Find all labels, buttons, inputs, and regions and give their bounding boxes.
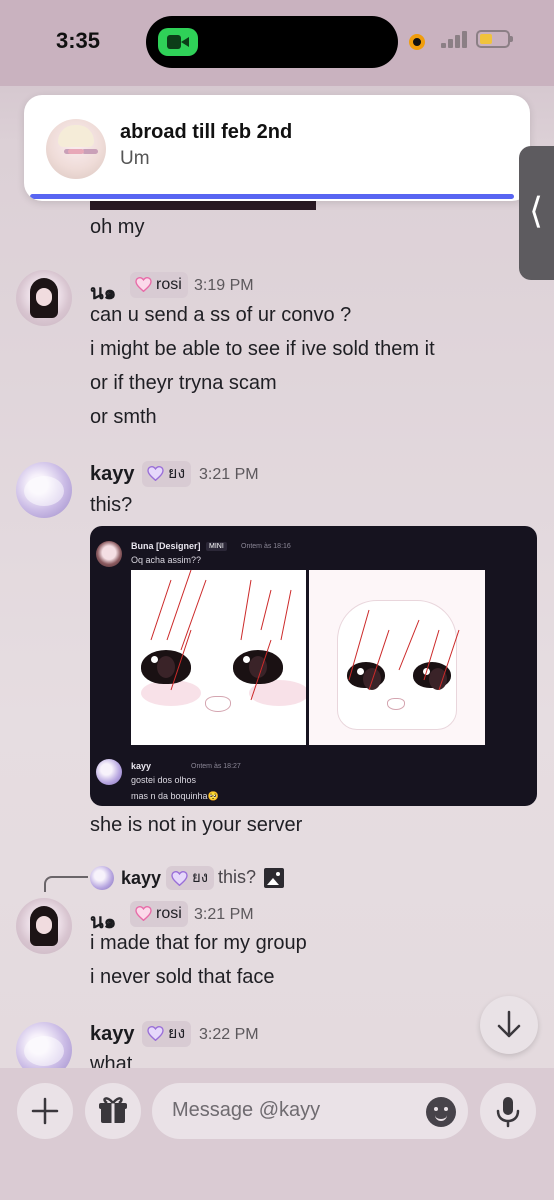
message-line: this? bbox=[90, 494, 133, 516]
voice-message-button[interactable] bbox=[480, 1083, 536, 1139]
role-tag[interactable]: ยง bbox=[142, 1021, 192, 1047]
chevron-left-icon: ⟨ bbox=[529, 190, 544, 231]
image-icon bbox=[264, 868, 284, 888]
message-line: i never sold that face bbox=[90, 966, 275, 988]
message-input-placeholder: Message @kayy bbox=[172, 1099, 321, 1121]
emoji-icon[interactable] bbox=[426, 1097, 456, 1127]
message-line: i made that for my group bbox=[90, 932, 307, 954]
message-text: she is not in your server bbox=[90, 814, 303, 836]
role-tag[interactable]: rosi bbox=[130, 272, 188, 298]
embed-reply-timestamp: Ontem às 18:27 bbox=[191, 763, 241, 770]
clock: 3:35 bbox=[56, 28, 101, 53]
previous-image-attachment[interactable] bbox=[90, 201, 316, 210]
message-line: or if theyr tryna scam bbox=[90, 372, 277, 394]
sketch-lines bbox=[150, 570, 292, 701]
side-panel-handle[interactable]: ⟨ bbox=[519, 146, 554, 280]
avatar[interactable] bbox=[16, 462, 72, 518]
heart-icon bbox=[147, 1026, 164, 1041]
status-bar: 3:35 bbox=[0, 0, 554, 86]
face-drawing-left bbox=[131, 570, 306, 745]
recording-indicator-icon bbox=[409, 34, 425, 50]
embed-avatar bbox=[96, 541, 122, 567]
avatar[interactable] bbox=[16, 898, 72, 954]
plus-icon bbox=[31, 1097, 59, 1125]
embed-text: Oq acha assim?? bbox=[131, 555, 202, 565]
timestamp: 3:19 PM bbox=[194, 277, 254, 294]
reply-author-name[interactable]: kayy bbox=[121, 868, 161, 889]
role-tag[interactable]: ยง bbox=[142, 461, 192, 487]
notification-banner[interactable]: abroad till feb 2nd Um bbox=[24, 95, 530, 201]
timestamp: 3:21 PM bbox=[199, 466, 259, 483]
role-tag-label: ยง bbox=[168, 1025, 186, 1042]
role-tag-label: ยง bbox=[192, 869, 209, 886]
heart-icon bbox=[135, 906, 152, 921]
embed-reply-avatar bbox=[96, 759, 122, 785]
signal-icon bbox=[441, 30, 469, 48]
embed-author: Buna [Designer] bbox=[131, 541, 201, 551]
message-text: oh my bbox=[90, 216, 145, 238]
role-tag-label: ยง bbox=[168, 465, 186, 482]
arrow-down-icon bbox=[497, 1010, 521, 1038]
heart-icon bbox=[135, 277, 152, 292]
add-attachment-button[interactable] bbox=[17, 1083, 73, 1139]
timestamp: 3:21 PM bbox=[194, 906, 254, 923]
embed-reply-text: mas n da boquinha🥺 bbox=[131, 791, 219, 801]
author-name[interactable]: kayy bbox=[90, 1023, 135, 1046]
embed-timestamp: Ontem às 18:16 bbox=[241, 543, 291, 550]
notification-avatar bbox=[46, 119, 106, 179]
embed-reply-author: kayy bbox=[131, 761, 152, 771]
face-drawing-right bbox=[309, 570, 485, 745]
reply-preview-text[interactable]: this? bbox=[218, 867, 256, 888]
sketch-lines bbox=[348, 609, 460, 691]
gift-icon bbox=[99, 1097, 127, 1123]
scroll-to-bottom-button[interactable] bbox=[480, 996, 538, 1054]
role-tag[interactable]: rosi bbox=[130, 901, 188, 927]
reply-connector bbox=[44, 876, 88, 892]
message-line: can u send a ss of ur convo ? bbox=[90, 304, 352, 326]
avatar[interactable] bbox=[16, 270, 72, 326]
message-line: i might be able to see if ive sold them … bbox=[90, 338, 435, 360]
reply-avatar[interactable] bbox=[90, 866, 114, 890]
heart-icon bbox=[171, 871, 188, 886]
image-attachment[interactable]: Buna [Designer] MINI Ontem às 18:16 Oq a… bbox=[90, 526, 537, 806]
dynamic-island bbox=[146, 16, 398, 68]
gift-button[interactable] bbox=[85, 1083, 141, 1139]
battery-icon bbox=[476, 30, 513, 48]
notification-title: abroad till feb 2nd bbox=[120, 121, 293, 143]
microphone-icon bbox=[496, 1097, 520, 1128]
notification-progress-bar bbox=[30, 194, 514, 199]
role-tag-label: rosi bbox=[156, 276, 182, 293]
message-line: or smth bbox=[90, 406, 157, 428]
embed-badge: MINI bbox=[206, 542, 227, 551]
reply-role-tag[interactable]: ยง bbox=[166, 866, 215, 890]
heart-icon bbox=[147, 466, 164, 481]
role-tag-label: rosi bbox=[156, 905, 182, 922]
author-name[interactable]: kayy bbox=[90, 463, 135, 486]
notification-body: Um bbox=[120, 148, 150, 169]
timestamp: 3:22 PM bbox=[199, 1026, 259, 1043]
facetime-icon bbox=[158, 28, 198, 56]
embed-reply-text: gostei dos olhos bbox=[131, 775, 197, 785]
